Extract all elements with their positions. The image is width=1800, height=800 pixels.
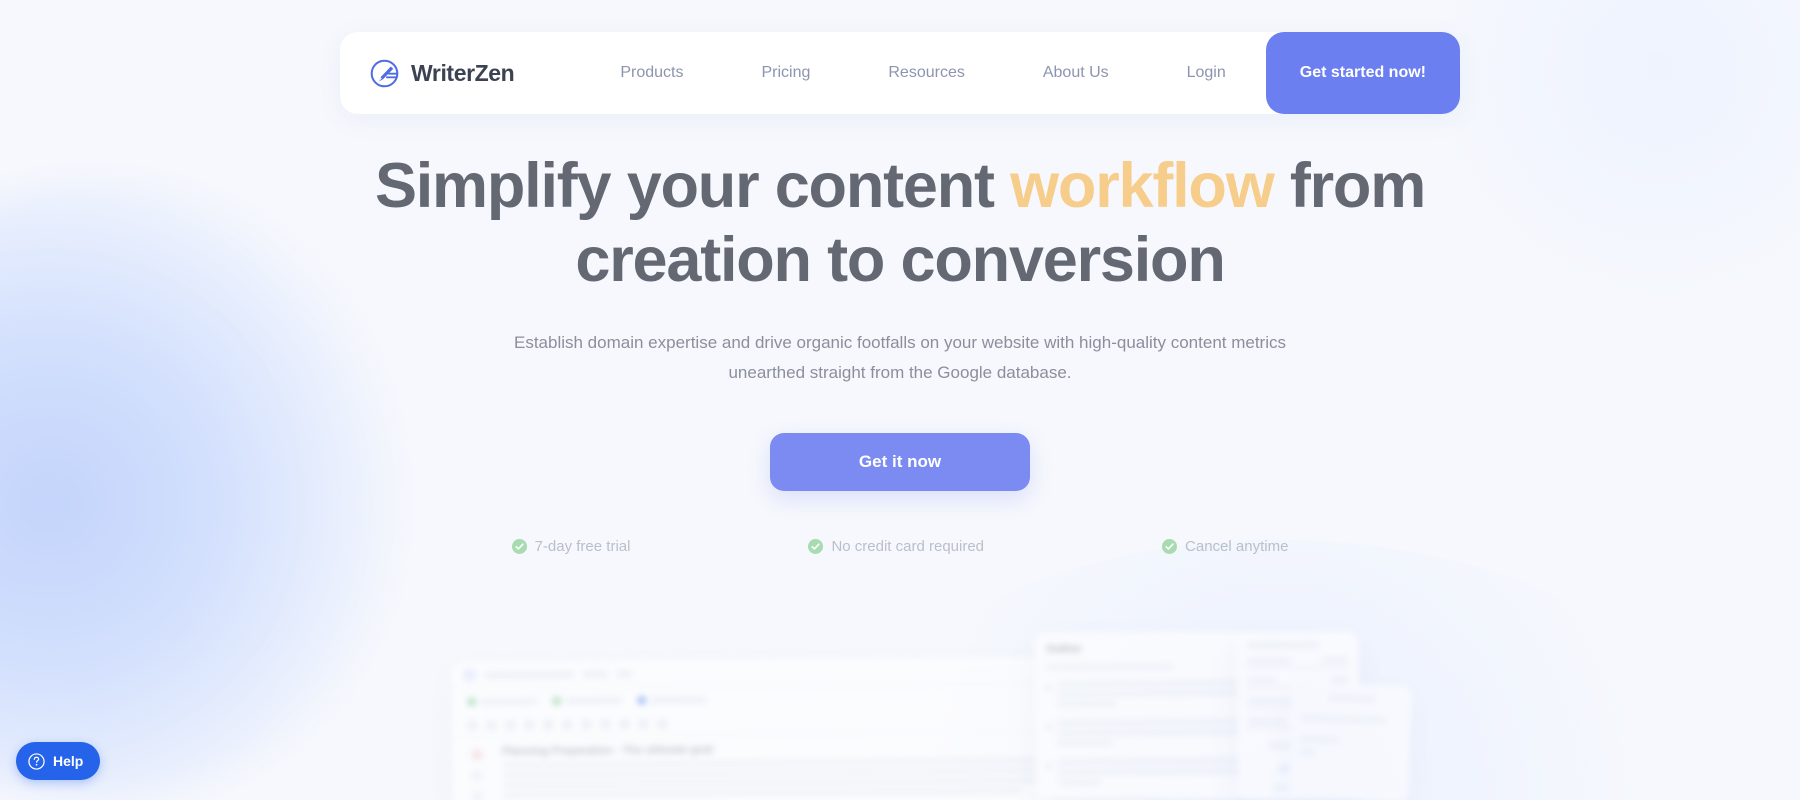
check-circle-icon bbox=[808, 538, 824, 554]
mockup-status-chips bbox=[452, 683, 1152, 715]
mockup-outline-item bbox=[1047, 758, 1258, 790]
login-link[interactable]: Login bbox=[1187, 64, 1226, 82]
nav-links: Products Pricing Resources About Us bbox=[620, 64, 1108, 82]
hero-subtitle-line-1: Establish domain expertise and drive org… bbox=[513, 333, 1286, 353]
feature-tick-free-trial: 7-day free trial bbox=[511, 537, 631, 555]
mockup-outline-item bbox=[1046, 680, 1258, 712]
mockup-editor-window: Planning Preparation - The ultimate goal bbox=[451, 655, 1153, 800]
mockup-app-logo-icon bbox=[462, 667, 477, 682]
mockup-outline-header: Outline bbox=[1046, 642, 1258, 655]
mockup-breadcrumb bbox=[582, 670, 609, 678]
mockup-editor-body: Planning Preparation - The ultimate goal bbox=[452, 731, 1153, 800]
mockup-score-metric bbox=[1246, 657, 1349, 670]
navbar-actions: Login Get started now! bbox=[1187, 32, 1460, 114]
brand-name: WriterZen bbox=[411, 59, 515, 86]
hero-subtitle: Establish domain expertise and drive org… bbox=[475, 328, 1325, 386]
help-button[interactable]: Help bbox=[16, 742, 101, 780]
headline-line-2: creation to conversion bbox=[575, 224, 1225, 295]
nav-link-products[interactable]: Products bbox=[620, 64, 683, 82]
mockup-document-title: Planning Preparation - The ultimate goal bbox=[502, 743, 714, 758]
mockup-outline-title: Outline bbox=[1046, 643, 1081, 655]
mockup-score-title bbox=[1246, 641, 1320, 649]
product-screenshot-mockup: Planning Preparation - The ultimate goal… bbox=[0, 630, 1800, 800]
mockup-outline-item bbox=[1047, 719, 1258, 751]
hero-section: Simplify your content workflow from crea… bbox=[0, 150, 1800, 555]
headline-part-1: Simplify your content bbox=[374, 151, 1011, 221]
mockup-chip bbox=[637, 696, 708, 705]
feature-tick-cancel-anytime: Cancel anytime bbox=[1162, 538, 1288, 555]
get-started-button[interactable]: Get started now! bbox=[1265, 32, 1460, 114]
mockup-score-panel bbox=[1236, 631, 1360, 800]
mockup-outline-panel: Outline bbox=[1034, 630, 1271, 800]
mockup-score-metric bbox=[1247, 717, 1350, 730]
hero-subtitle-line-2: unearthed straight from the Google datab… bbox=[728, 362, 1072, 382]
help-button-label: Help bbox=[53, 753, 84, 769]
nav-link-resources[interactable]: Resources bbox=[888, 64, 964, 82]
headline-part-2: from bbox=[1273, 151, 1426, 221]
feature-tick-label: No credit card required bbox=[831, 537, 985, 555]
get-it-now-button[interactable]: Get it now bbox=[770, 432, 1030, 491]
close-icon bbox=[1248, 643, 1258, 652]
mockup-breadcrumb bbox=[616, 669, 633, 678]
check-circle-icon bbox=[511, 538, 527, 554]
check-circle-icon bbox=[1162, 538, 1178, 554]
pen-circle-logo-icon bbox=[370, 59, 399, 87]
mockup-document: Planning Preparation - The ultimate goal bbox=[502, 740, 1153, 800]
mockup-chip bbox=[552, 697, 623, 706]
page-title: Simplify your content workflow from crea… bbox=[350, 150, 1450, 297]
mockup-chip bbox=[467, 697, 538, 706]
brand-logo[interactable]: WriterZen bbox=[369, 58, 515, 89]
navbar: WriterZen Products Pricing Resources Abo… bbox=[340, 32, 1460, 114]
mockup-sidebar-rail bbox=[452, 746, 503, 800]
mockup-breadcrumb bbox=[484, 670, 575, 679]
mockup-editor-titlebar bbox=[451, 655, 1152, 690]
mockup-score-metric bbox=[1246, 677, 1349, 690]
navbar-container: WriterZen Products Pricing Resources Abo… bbox=[340, 32, 1460, 114]
feature-tick-label: Cancel anytime bbox=[1185, 537, 1289, 555]
feature-ticks: 7-day free trial No credit card required… bbox=[0, 538, 1800, 555]
headline-accent-word: workflow bbox=[1010, 151, 1275, 221]
feature-tick-label: 7-day free trial bbox=[534, 537, 631, 555]
question-circle-icon bbox=[28, 752, 45, 770]
mockup-floating-card bbox=[1288, 681, 1412, 800]
mockup-score-metric bbox=[1246, 697, 1349, 710]
feature-tick-no-credit-card: No credit card required bbox=[808, 538, 984, 555]
nav-link-about-us[interactable]: About Us bbox=[1043, 64, 1109, 82]
nav-link-pricing[interactable]: Pricing bbox=[761, 64, 810, 82]
mockup-editor-toolbar bbox=[451, 708, 1152, 738]
background-blob-bottom bbox=[828, 540, 1728, 800]
